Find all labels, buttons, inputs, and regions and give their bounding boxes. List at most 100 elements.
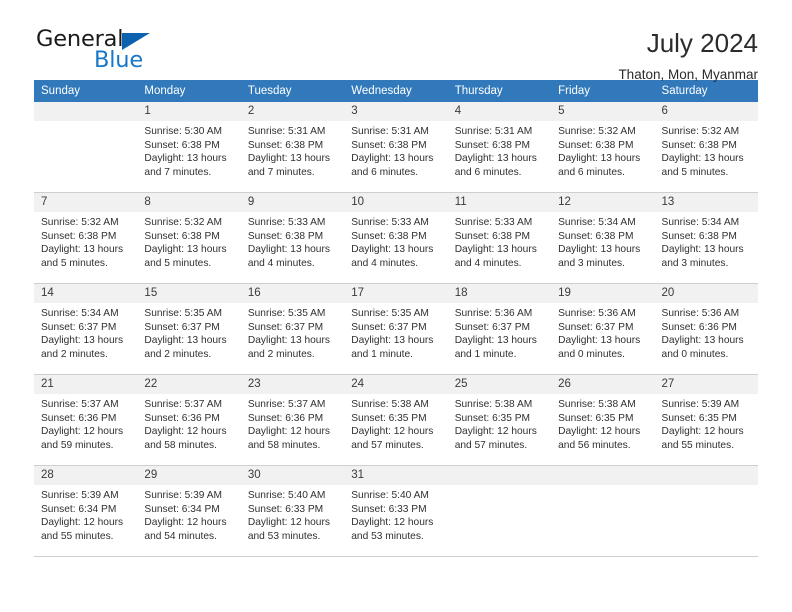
day-details: Sunrise: 5:38 AM Sunset: 6:35 PM Daylight:… [344,394,447,452]
sunset-text: Sunset: 6:37 PM [247,321,324,333]
day-details: Sunrise: 5:37 AM Sunset: 6:36 PM Daylight:… [241,394,344,452]
calendar-day-cell[interactable]: 19 Sunrise: 5:36 AM Sunset: 6:37 PM Dayligh… [551,283,655,375]
daylight-text-line1: Daylight: 13 hours [558,335,641,347]
calendar-day-cell[interactable]: 10 Sunrise: 5:33 AM Sunset: 6:38 PM Dayligh… [344,192,448,284]
calendar-day-cell[interactable]: 2 Sunrise: 5:31 AM Sunset: 6:38 PM Daylight… [240,102,345,193]
sunset-text: Sunset: 6:38 PM [454,230,531,242]
daylight-text-line1: Daylight: 13 hours [247,335,330,347]
calendar-day-cell[interactable]: 20 Sunrise: 5:36 AM Sunset: 6:36 PM Dayligh… [654,283,758,375]
daylight-text-line1: Daylight: 12 hours [41,517,124,529]
daylight-text-line1: Daylight: 12 hours [351,426,434,438]
daylight-text-line1: Daylight: 13 hours [144,244,227,256]
daylight-text-line2: and 1 minute. [351,348,413,360]
daylight-text-line1: Daylight: 13 hours [454,153,537,165]
calendar-day-cell[interactable]: 12 Sunrise: 5:34 AM Sunset: 6:38 PM Dayligh… [551,192,655,284]
sunrise-text: Sunrise: 5:36 AM [661,308,740,319]
calendar-day-cell[interactable]: 14 Sunrise: 5:34 AM Sunset: 6:37 PM Dayligh… [34,283,138,375]
day-number: 5 [551,102,655,121]
daylight-text-line2: and 59 minutes. [41,439,114,451]
sunset-text: Sunset: 6:37 PM [558,321,634,333]
daylight-text-line1: Daylight: 13 hours [661,153,744,165]
day-cell-inner: 13 Sunrise: 5:34 AM Sunset: 6:38 PM Dayligh… [654,193,758,283]
weekday-header-thursday: Thursday [447,80,552,102]
sunrise-text: Sunrise: 5:38 AM [558,399,636,410]
day-details: Sunrise: 5:40 AM Sunset: 6:33 PM Daylight:… [241,485,344,543]
calendar-day-cell[interactable]: 27 Sunrise: 5:39 AM Sunset: 6:35 PM Dayligh… [654,374,758,466]
daylight-text-line2: and 4 minutes. [351,257,419,269]
calendar-empty-cell [34,102,138,193]
day-cell-inner: 29 Sunrise: 5:39 AM Sunset: 6:34 PM Dayligh… [137,466,241,556]
sunset-text: Sunset: 6:36 PM [247,412,324,424]
daylight-text-line2: and 2 minutes. [41,348,108,360]
calendar-day-cell[interactable]: 8 Sunrise: 5:32 AM Sunset: 6:38 PM Daylight… [137,192,241,284]
day-cell-inner: 26 Sunrise: 5:38 AM Sunset: 6:35 PM Dayligh… [551,375,655,465]
day-details: Sunrise: 5:37 AM Sunset: 6:36 PM Daylight:… [137,394,240,452]
calendar-day-cell[interactable]: 23 Sunrise: 5:37 AM Sunset: 6:36 PM Dayligh… [240,374,345,466]
calendar-day-cell[interactable]: 25 Sunrise: 5:38 AM Sunset: 6:35 PM Dayligh… [447,374,552,466]
sunrise-text: Sunrise: 5:34 AM [661,217,740,228]
calendar-week-row: 21 Sunrise: 5:37 AM Sunset: 6:36 PM Dayligh… [34,374,758,466]
calendar-day-cell[interactable]: 17 Sunrise: 5:35 AM Sunset: 6:37 PM Dayligh… [344,283,448,375]
sunrise-text: Sunrise: 5:35 AM [144,308,223,319]
calendar-day-cell[interactable]: 29 Sunrise: 5:39 AM Sunset: 6:34 PM Dayligh… [137,465,241,557]
calendar-day-cell[interactable]: 6 Sunrise: 5:32 AM Sunset: 6:38 PM Daylight… [654,102,758,193]
sunrise-text: Sunrise: 5:32 AM [144,217,223,228]
day-number: 7 [34,193,138,212]
day-number: 8 [137,193,241,212]
daylight-text-line1: Daylight: 12 hours [247,426,330,438]
day-cell-inner: 18 Sunrise: 5:36 AM Sunset: 6:37 PM Dayligh… [447,284,552,374]
weekday-header-tuesday: Tuesday [240,80,345,102]
calendar-day-cell[interactable]: 21 Sunrise: 5:37 AM Sunset: 6:36 PM Dayligh… [34,374,138,466]
sunset-text: Sunset: 6:38 PM [41,230,117,242]
calendar-day-cell[interactable]: 30 Sunrise: 5:40 AM Sunset: 6:33 PM Dayligh… [240,465,345,557]
day-number: 23 [240,375,345,394]
day-number [34,102,138,121]
weekday-header-sunday: Sunday [34,80,138,102]
sunset-text: Sunset: 6:38 PM [351,139,427,151]
sunrise-text: Sunrise: 5:39 AM [144,490,223,501]
sunrise-text: Sunrise: 5:35 AM [351,308,429,319]
day-cell-inner: 5 Sunrise: 5:32 AM Sunset: 6:38 PM Daylight… [551,102,655,192]
general-blue-logo[interactable]: General Blue [34,28,164,74]
calendar-day-cell[interactable]: 9 Sunrise: 5:33 AM Sunset: 6:38 PM Daylight… [240,192,345,284]
day-cell-inner: 15 Sunrise: 5:35 AM Sunset: 6:37 PM Dayligh… [137,284,241,374]
daylight-text-line1: Daylight: 13 hours [661,335,744,347]
sunset-text: Sunset: 6:36 PM [144,412,220,424]
day-number: 1 [137,102,241,121]
calendar-day-cell[interactable]: 11 Sunrise: 5:33 AM Sunset: 6:38 PM Dayligh… [447,192,552,284]
day-number: 30 [240,466,345,485]
daylight-text-line1: Daylight: 12 hours [144,517,227,529]
calendar-day-cell[interactable]: 1 Sunrise: 5:30 AM Sunset: 6:38 PM Daylight… [137,102,241,193]
sunrise-text: Sunrise: 5:31 AM [351,126,429,137]
daylight-text-line2: and 57 minutes. [454,439,528,451]
calendar-day-cell[interactable]: 18 Sunrise: 5:36 AM Sunset: 6:37 PM Dayligh… [447,283,552,375]
calendar-day-cell[interactable]: 7 Sunrise: 5:32 AM Sunset: 6:38 PM Daylight… [34,192,138,284]
day-details: Sunrise: 5:39 AM Sunset: 6:34 PM Daylight:… [34,485,137,543]
daylight-text-line2: and 6 minutes. [351,166,419,178]
day-details: Sunrise: 5:36 AM Sunset: 6:37 PM Daylight:… [448,303,551,361]
sunset-text: Sunset: 6:37 PM [144,321,220,333]
daylight-text-line1: Daylight: 13 hours [144,153,227,165]
weekday-header-monday: Monday [137,80,241,102]
calendar-day-cell[interactable]: 26 Sunrise: 5:38 AM Sunset: 6:35 PM Dayligh… [551,374,655,466]
calendar-day-cell[interactable]: 28 Sunrise: 5:39 AM Sunset: 6:34 PM Dayligh… [34,465,138,557]
daylight-text-line2: and 4 minutes. [247,257,315,269]
calendar-day-cell[interactable]: 16 Sunrise: 5:35 AM Sunset: 6:37 PM Dayligh… [240,283,345,375]
calendar-day-cell[interactable]: 15 Sunrise: 5:35 AM Sunset: 6:37 PM Dayligh… [137,283,241,375]
daylight-text-line1: Daylight: 13 hours [558,244,641,256]
sunset-text: Sunset: 6:38 PM [661,230,737,242]
daylight-text-line2: and 7 minutes. [247,166,315,178]
calendar-day-cell[interactable]: 13 Sunrise: 5:34 AM Sunset: 6:38 PM Dayligh… [654,192,758,284]
calendar-day-cell[interactable]: 3 Sunrise: 5:31 AM Sunset: 6:38 PM Daylight… [344,102,448,193]
daylight-text-line1: Daylight: 12 hours [144,426,227,438]
day-details: Sunrise: 5:31 AM Sunset: 6:38 PM Daylight:… [448,121,551,179]
calendar-day-cell[interactable]: 5 Sunrise: 5:32 AM Sunset: 6:38 PM Daylight… [551,102,655,193]
daylight-text-line1: Daylight: 13 hours [351,244,434,256]
sunrise-text: Sunrise: 5:37 AM [247,399,326,410]
calendar-day-cell[interactable]: 24 Sunrise: 5:38 AM Sunset: 6:35 PM Dayligh… [344,374,448,466]
calendar-day-cell[interactable]: 4 Sunrise: 5:31 AM Sunset: 6:38 PM Daylight… [447,102,552,193]
day-cell-inner: 11 Sunrise: 5:33 AM Sunset: 6:38 PM Dayligh… [447,193,552,283]
calendar-day-cell[interactable]: 22 Sunrise: 5:37 AM Sunset: 6:36 PM Dayligh… [137,374,241,466]
calendar-day-cell[interactable]: 31 Sunrise: 5:40 AM Sunset: 6:33 PM Dayligh… [344,465,448,557]
daylight-text-line1: Daylight: 13 hours [247,153,330,165]
